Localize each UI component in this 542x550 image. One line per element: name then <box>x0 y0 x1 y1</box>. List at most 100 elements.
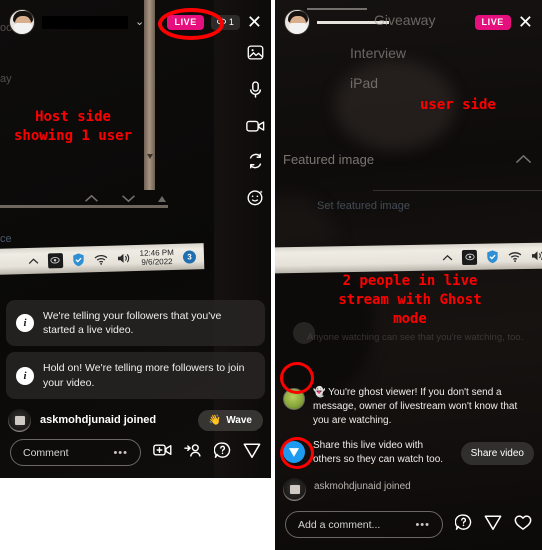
user-avatar[interactable] <box>283 478 306 501</box>
host-comment-icons <box>153 441 261 464</box>
ellipsis-icon[interactable]: ••• <box>415 519 430 531</box>
annotation-line-1: 2 people in live <box>342 273 478 289</box>
bg-text-giveaway: Giveaway <box>374 12 436 28</box>
invite-person-icon[interactable] <box>184 443 202 463</box>
live-badge: LIVE <box>167 14 204 30</box>
join-event-row: askmohdjunaid joined 👋 Wave <box>0 405 271 432</box>
host-comment-bar: Comment ••• <box>0 431 271 478</box>
annotation-user-side: user side <box>420 97 496 113</box>
host-panel: oo ay ce ⌄ LIVE 1 ✕ 12:46 PM 9/6/2022 3 … <box>0 0 271 478</box>
bg-featured-image-row: Featured image <box>283 152 532 167</box>
share-video-text: Share this live video with others so the… <box>313 440 444 465</box>
speaker-icon[interactable] <box>117 252 131 264</box>
host-system-messages: i We're telling your followers that you'… <box>0 300 271 440</box>
tray-app-icon[interactable] <box>47 252 63 268</box>
bg-set-featured-image: Set featured image <box>317 200 410 212</box>
windows-security-icon[interactable] <box>486 249 499 264</box>
scrollbar-arrow-icon[interactable] <box>144 150 155 162</box>
toast-message: i Hold on! We're telling more followers … <box>6 352 265 399</box>
live-badge: LIVE <box>474 14 511 30</box>
host-tool-rail <box>246 44 265 206</box>
close-icon[interactable]: ✕ <box>518 13 533 31</box>
user-message-list: 👻 You're ghost viewer! If you don't send… <box>275 382 542 508</box>
bg-text-ipad: iPad <box>350 75 379 91</box>
avatar-mask <box>289 23 307 34</box>
ghost-viewer-text: 👻 You're ghost viewer! If you don't send… <box>313 386 534 428</box>
user-windows-tray <box>275 242 542 274</box>
add-comment-placeholder: Add a comment... <box>298 518 381 531</box>
user-panel: LIVE ✕ Giveaway Interview iPad Featured … <box>275 0 542 550</box>
triangle-up-icon <box>158 196 166 202</box>
bg-divider <box>373 190 542 191</box>
info-icon: i <box>16 366 34 385</box>
send-icon[interactable] <box>243 442 261 464</box>
microphone-icon[interactable] <box>248 81 263 99</box>
avatar-mask <box>14 23 32 34</box>
image-icon[interactable] <box>247 44 264 61</box>
toast-message: i We're telling your followers that you'… <box>6 300 265 347</box>
close-icon[interactable]: ✕ <box>247 13 262 31</box>
wave-button[interactable]: 👋 Wave <box>197 409 263 431</box>
comment-placeholder: Comment <box>23 446 69 459</box>
annotation-host-side: Host side showing 1 user <box>14 108 132 146</box>
annotation-line-3: mode <box>393 310 427 327</box>
bg-underline <box>307 8 367 10</box>
wifi-icon[interactable] <box>508 251 522 262</box>
toast-text: Hold on! We're telling more followers to… <box>43 362 245 389</box>
question-icon[interactable] <box>213 441 231 464</box>
annotation-two-people: 2 people in live stream with Ghost mode <box>305 272 515 329</box>
bg-text-2: ay <box>0 73 12 85</box>
tray-app-icon[interactable] <box>461 249 478 265</box>
add-video-icon[interactable] <box>153 443 172 462</box>
question-icon[interactable] <box>454 513 472 536</box>
user-comment-icons <box>454 513 532 536</box>
chevron-up-icon[interactable] <box>28 257 39 264</box>
windows-security-icon[interactable] <box>72 252 85 267</box>
bg-faint-comment: Anyone watching can see that you're watc… <box>307 332 524 343</box>
viewer-count-pill[interactable]: 1 <box>210 14 240 30</box>
speaker-icon[interactable] <box>531 250 542 262</box>
joined-text: askmohdjunaid joined <box>314 481 411 492</box>
wave-label: Wave <box>226 414 252 426</box>
toast-text: We're telling your followers that you've… <box>43 310 222 337</box>
notification-badge[interactable]: 3 <box>182 249 197 264</box>
ghost-emoji: 👻 <box>313 387 326 398</box>
host-avatar[interactable] <box>9 9 35 35</box>
add-comment-input[interactable]: Add a comment... ••• <box>285 511 443 538</box>
effects-smiley-icon[interactable] <box>247 189 264 206</box>
wave-emoji: 👋 <box>208 414 222 426</box>
flip-camera-icon[interactable] <box>247 153 264 169</box>
broadcaster-avatar[interactable] <box>284 9 310 35</box>
bg-featured-image-label: Featured image <box>283 152 375 167</box>
user-comment-bar: Add a comment... ••• <box>275 503 542 550</box>
photo-screen-edge <box>0 205 168 208</box>
join-event-text: askmohdjunaid joined <box>40 414 157 427</box>
info-icon: i <box>16 314 34 333</box>
chevron-up-icon <box>515 152 532 167</box>
wifi-icon[interactable] <box>94 253 108 265</box>
chevron-down-icon[interactable]: ⌄ <box>135 16 144 28</box>
video-camera-icon[interactable] <box>246 119 265 133</box>
eye-icon <box>216 17 226 27</box>
bg-text-3: ce <box>0 233 12 245</box>
host-live-header: ⌄ LIVE 1 ✕ <box>0 0 271 35</box>
ghost-viewer-avatar[interactable] <box>283 388 305 410</box>
bg-text-interview: Interview <box>350 45 407 61</box>
send-icon[interactable] <box>484 514 502 536</box>
comment-input[interactable]: Comment ••• <box>10 439 141 466</box>
screenshot-root: oo ay ce ⌄ LIVE 1 ✕ 12:46 PM 9/6/2022 3 … <box>0 0 542 550</box>
clock-date: 9/6/2022 <box>141 256 173 267</box>
share-send-icon[interactable] <box>283 441 305 463</box>
annotation-line-1: Host side <box>35 109 111 125</box>
ellipsis-icon[interactable]: ••• <box>113 447 128 459</box>
host-username-redacted <box>42 15 128 29</box>
chevron-up-icon[interactable] <box>442 254 453 261</box>
ghost-viewer-message: 👻 You're ghost viewer! If you don't send… <box>275 382 542 435</box>
annotation-line-2: stream with Ghost <box>338 291 482 308</box>
user-avatar[interactable] <box>8 408 31 432</box>
ghost-text: You're ghost viewer! If you don't send a… <box>313 387 518 426</box>
taskbar-clock[interactable]: 12:46 PM 9/6/2022 <box>139 248 174 267</box>
share-video-button[interactable]: Share video <box>460 441 534 465</box>
heart-icon[interactable] <box>514 514 532 536</box>
annotation-line-2: showing 1 user <box>14 127 133 144</box>
